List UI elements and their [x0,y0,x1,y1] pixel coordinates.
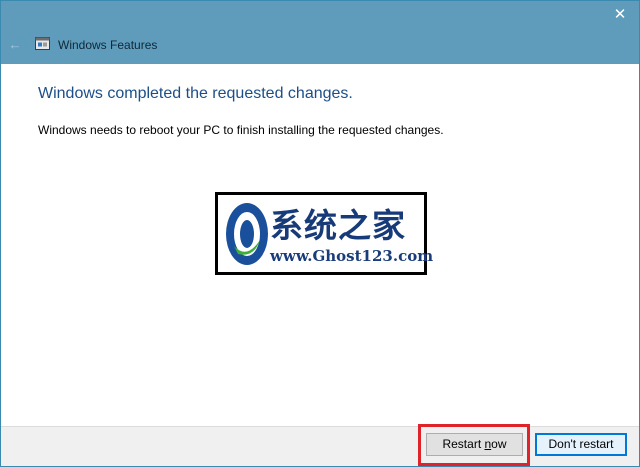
watermark-overlay: 系统之家 www.Ghost123.com [215,192,433,275]
reboot-message: Windows needs to reboot your PC to finis… [38,123,444,137]
windows-features-icon [35,37,50,50]
window-title: Windows Features [58,38,158,52]
restart-now-button[interactable]: Restart now [426,433,523,456]
restart-label-suffix: ow [491,437,507,451]
back-arrow-icon: ← [8,37,22,52]
restart-label-prefix: Restart [442,437,485,451]
windows-features-dialog: ✕ ← Windows Features Windows completed t… [0,0,640,467]
watermark-chinese-text: 系统之家 [270,206,406,245]
dont-restart-label: Don't restart [548,437,614,451]
page-title: Windows completed the requested changes. [38,85,353,102]
watermark-logo-icon [226,203,268,265]
back-button[interactable]: ← [7,37,23,53]
watermark-url: www.Ghost123.com [270,247,434,265]
close-button[interactable]: ✕ [609,4,631,26]
title-bar: ✕ ← Windows Features [1,1,639,64]
close-icon: ✕ [613,6,627,23]
dont-restart-button[interactable]: Don't restart [535,433,627,456]
